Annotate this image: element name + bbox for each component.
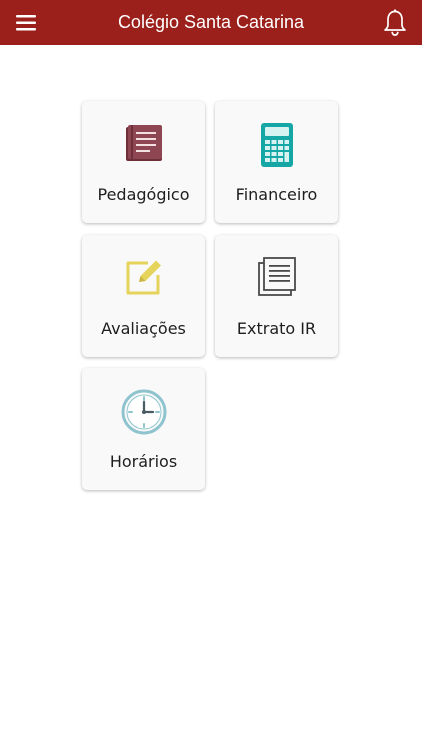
menu-tile-label: Horários (109, 452, 178, 471)
menu-tile-label: Pedagógico (97, 185, 190, 204)
app-header: Colégio Santa Catarina (0, 0, 422, 45)
menu-tile-avaliacoes[interactable]: Avaliações (82, 235, 205, 357)
clock-icon (121, 389, 166, 435)
edit-pencil-icon (126, 260, 161, 295)
app-title: Colégio Santa Catarina (117, 12, 305, 32)
calculator-icon (260, 123, 293, 167)
menu-tile-label: Financeiro (235, 185, 318, 204)
menu-tile-horarios[interactable]: Horários (82, 368, 205, 490)
menu-tile-extrato-ir[interactable]: Extrato IR (215, 235, 338, 357)
menu-tile-label: Extrato IR (236, 319, 317, 338)
menu-tile-financeiro[interactable]: Financeiro (215, 101, 338, 223)
document-list-icon (257, 257, 296, 296)
menu-tile-pedagogico[interactable]: Pedagógico (82, 101, 205, 223)
notifications-button[interactable] (380, 8, 410, 38)
menu-button[interactable] (10, 8, 42, 38)
bell-icon[interactable] (380, 8, 410, 38)
menu-tile-label: Avaliações (101, 319, 186, 338)
hamburger-menu-icon[interactable] (10, 8, 42, 38)
book-icon (125, 125, 162, 161)
